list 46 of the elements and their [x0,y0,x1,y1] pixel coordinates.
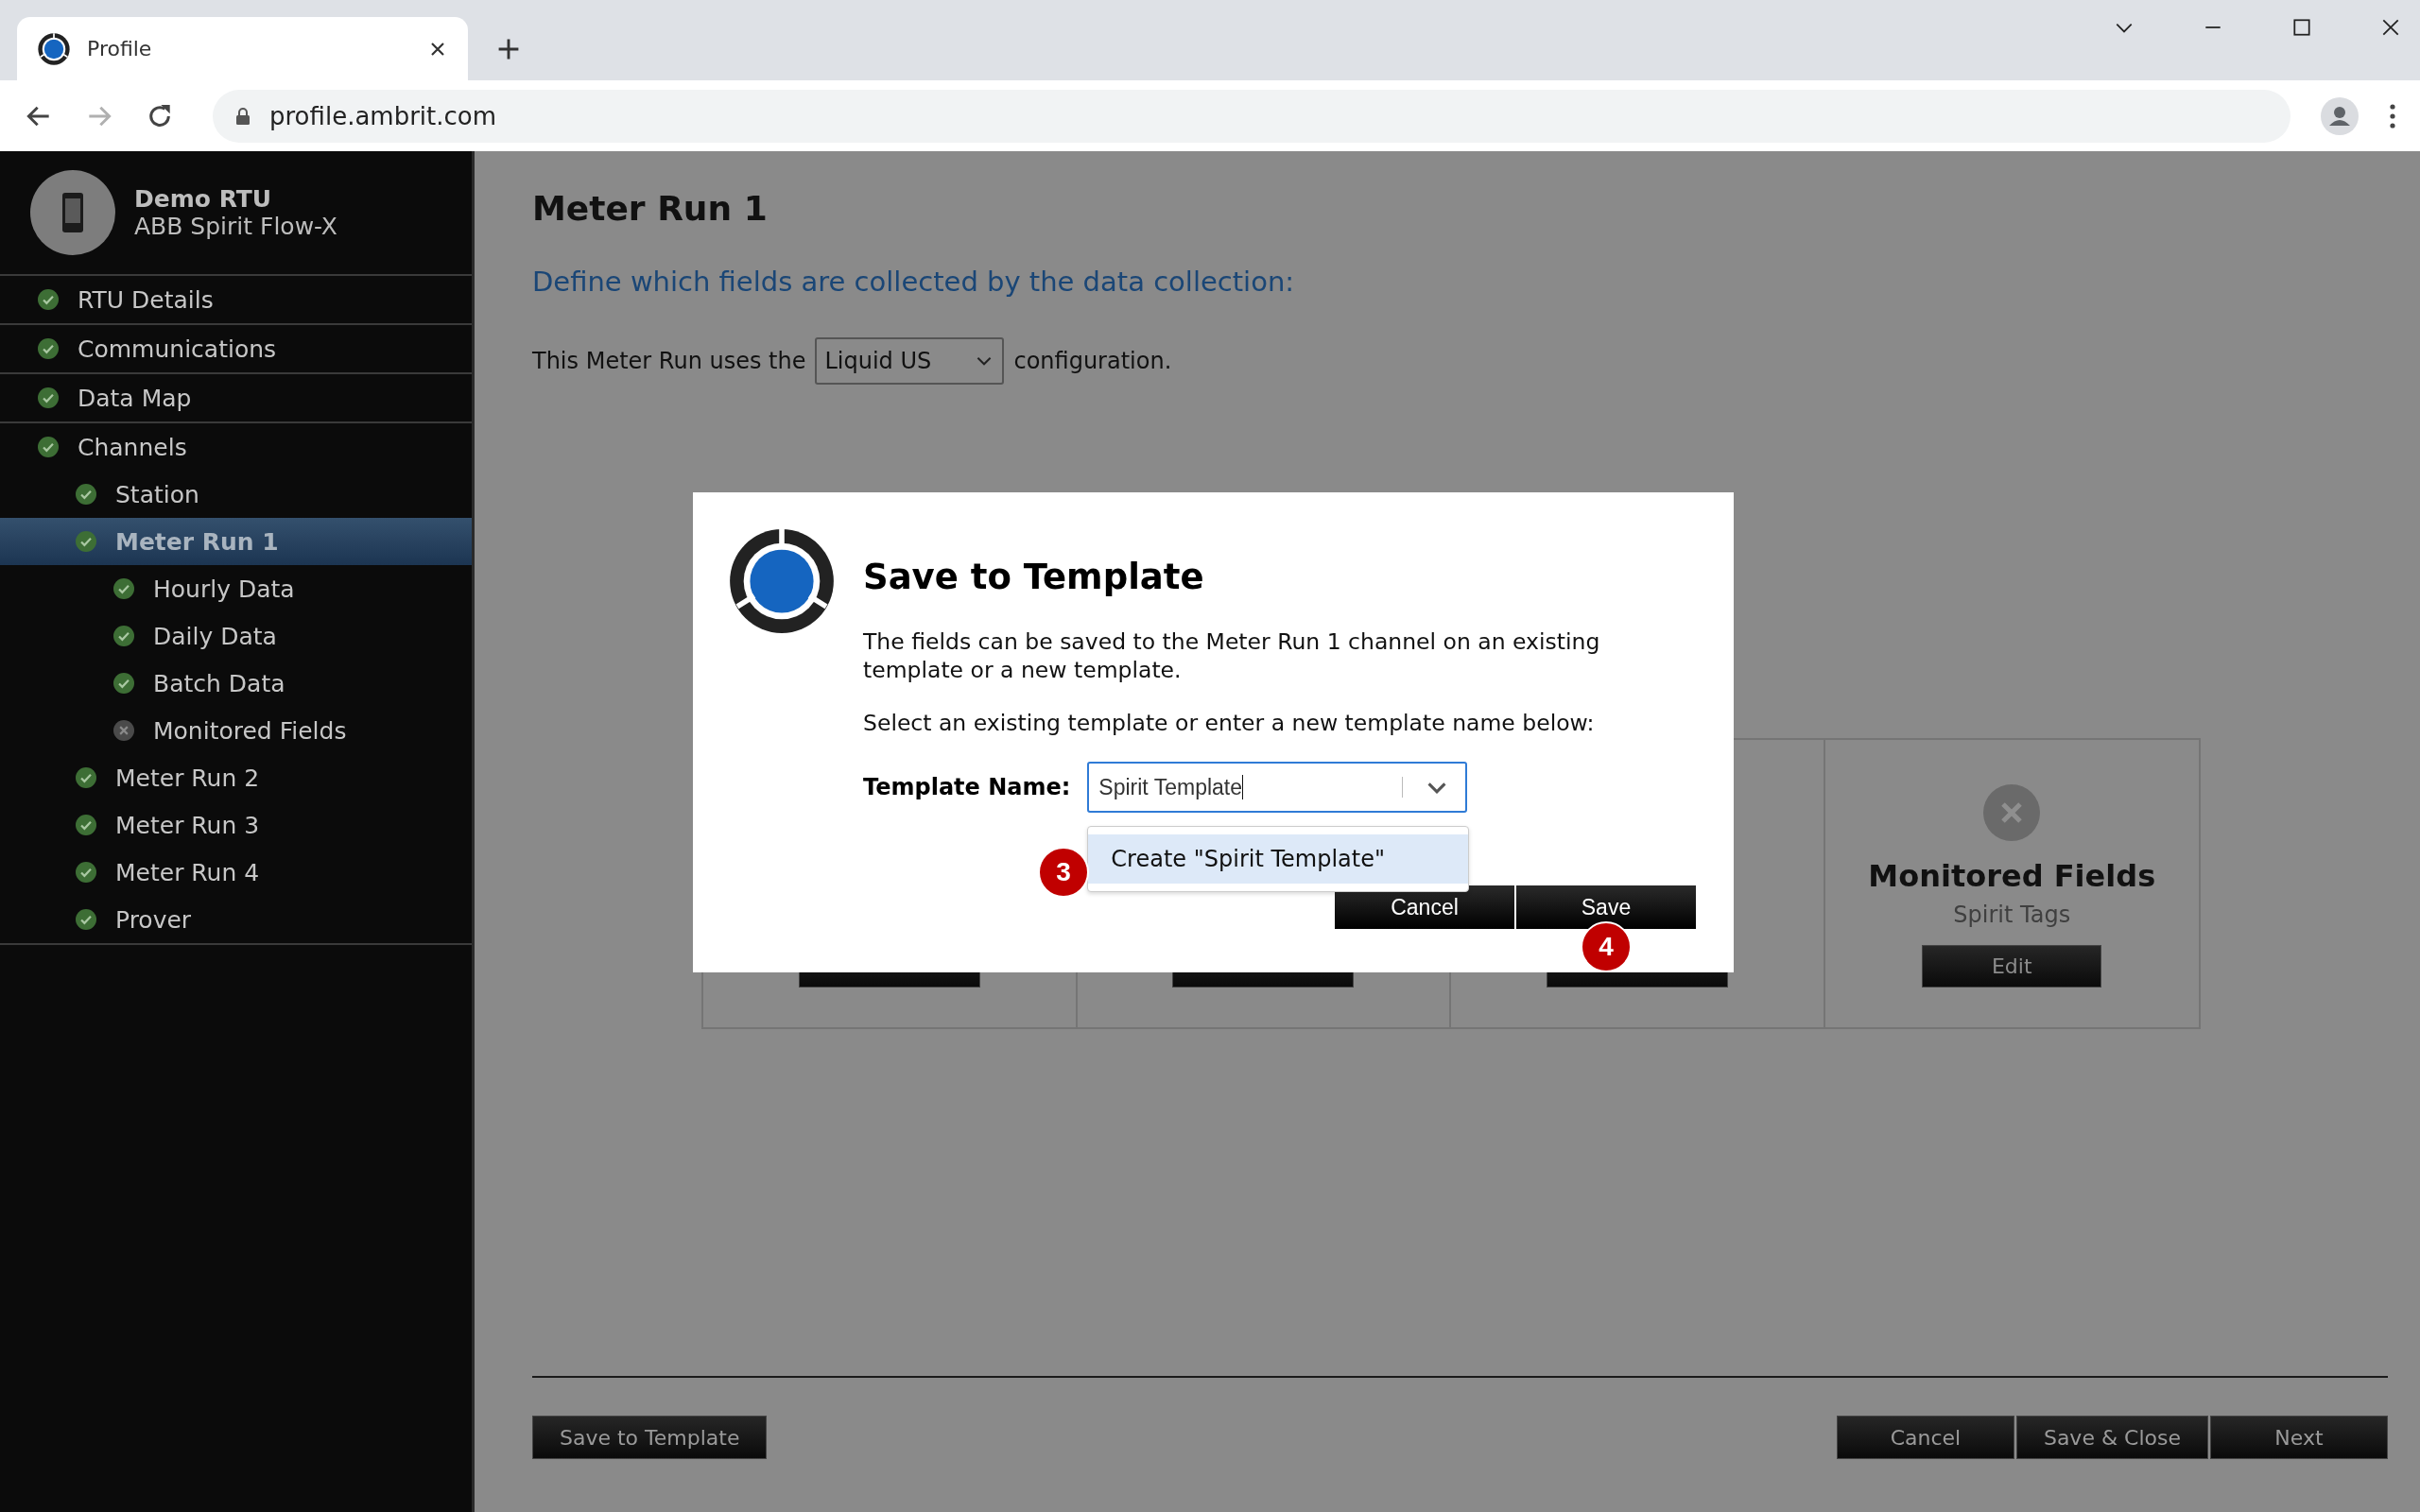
new-tab-icon[interactable] [496,37,521,61]
sidebar-item[interactable]: Channels [0,423,472,471]
sidebar-item[interactable]: Meter Run 2 [0,754,472,801]
edit-button[interactable]: Edit [1922,945,2102,988]
sidebar-item[interactable]: Batch Data [0,660,472,707]
dialog-text: The fields can be saved to the Meter Run 1 channel on an existing template or a new template. [863,627,1601,684]
logo-icon [38,32,70,65]
profile-icon[interactable] [2321,96,2359,135]
footer-button[interactable]: Cancel [1836,1416,2014,1459]
maximize-icon[interactable] [2291,17,2312,38]
sidebar-item[interactable]: Monitored Fields [0,707,472,754]
card-subtitle: Spirit Tags [1953,902,2071,928]
sidebar-item[interactable]: Data Map [0,374,472,421]
device-icon [30,170,115,255]
save-to-template-button[interactable]: Save to Template [532,1416,768,1459]
menu-icon[interactable] [2389,102,2396,129]
config-text: This Meter Run uses the [532,348,806,374]
dialog-title: Save to Template [863,557,1205,597]
footer-button[interactable]: Save & Close [2015,1416,2208,1459]
dialog-button[interactable]: Save [1516,885,1696,929]
sidebar-item[interactable]: RTU Details [0,276,472,323]
sidebar-item[interactable]: Meter Run 1 [0,518,472,565]
sidebar-item[interactable]: Meter Run 4 [0,849,472,896]
footer-button[interactable]: Next [2210,1416,2388,1459]
config-text: configuration. [1013,348,1172,374]
page-title: Meter Run 1 [532,189,769,228]
page-subtitle: Define which fields are collected by the data collection: [532,266,1296,298]
config-select[interactable]: Liquid US [815,337,1005,385]
sidebar-item[interactable]: Daily Data [0,612,472,660]
dialog-text: Select an existing template or enter a new template name below: [863,709,1596,737]
sidebar-item[interactable]: Hourly Data [0,565,472,612]
field-label: Template Name: [863,774,1071,800]
step-badge: 4 [1581,921,1632,972]
lock-icon [235,106,251,126]
step-badge: 3 [1038,847,1089,898]
address-bar[interactable]: profile.ambrit.com [213,89,2290,143]
device-model: ABB Spirit Flow-X [134,213,337,240]
sidebar-item[interactable]: Meter Run 3 [0,801,472,849]
dropdown-option[interactable]: Create "Spirit Template" [1088,834,1469,884]
sidebar-item[interactable]: Prover [0,896,472,943]
sidebar-item[interactable]: Communications [0,325,472,372]
logo-icon [729,528,835,634]
card-title: Monitored Fields [1868,858,2156,894]
sidebar-item[interactable]: Station [0,471,472,518]
device-name: Demo RTU [134,185,273,213]
close-icon[interactable] [2380,17,2401,38]
